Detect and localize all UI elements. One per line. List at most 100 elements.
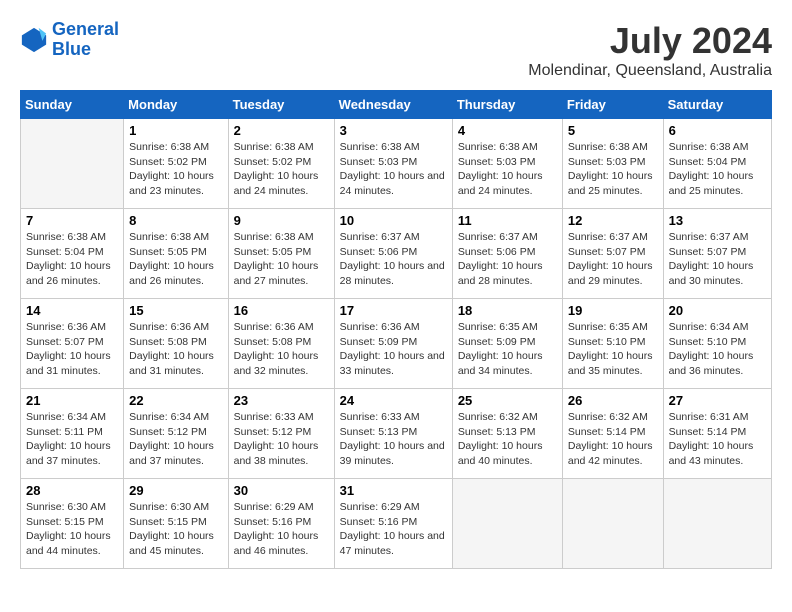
day-info: Sunrise: 6:37 AMSunset: 5:07 PMDaylight:… (669, 230, 766, 289)
logo-icon (20, 26, 48, 54)
calendar-cell: 12 Sunrise: 6:37 AMSunset: 5:07 PMDaylig… (562, 209, 663, 299)
day-info: Sunrise: 6:38 AMSunset: 5:05 PMDaylight:… (234, 230, 329, 289)
day-number: 3 (340, 123, 447, 138)
logo-line2: Blue (52, 39, 91, 59)
week-row-1: 1 Sunrise: 6:38 AMSunset: 5:02 PMDayligh… (21, 119, 772, 209)
day-info: Sunrise: 6:38 AMSunset: 5:03 PMDaylight:… (458, 140, 557, 199)
calendar-cell: 13 Sunrise: 6:37 AMSunset: 5:07 PMDaylig… (663, 209, 771, 299)
day-header-tuesday: Tuesday (228, 91, 334, 119)
day-info: Sunrise: 6:32 AMSunset: 5:13 PMDaylight:… (458, 410, 557, 469)
calendar-cell: 3 Sunrise: 6:38 AMSunset: 5:03 PMDayligh… (334, 119, 452, 209)
day-number: 8 (129, 213, 222, 228)
day-header-monday: Monday (124, 91, 228, 119)
day-info: Sunrise: 6:37 AMSunset: 5:06 PMDaylight:… (340, 230, 447, 289)
day-info: Sunrise: 6:36 AMSunset: 5:09 PMDaylight:… (340, 320, 447, 379)
calendar-cell: 6 Sunrise: 6:38 AMSunset: 5:04 PMDayligh… (663, 119, 771, 209)
day-number: 28 (26, 483, 118, 498)
day-number: 1 (129, 123, 222, 138)
day-number: 23 (234, 393, 329, 408)
logo-line1: General (52, 19, 119, 39)
calendar-cell: 11 Sunrise: 6:37 AMSunset: 5:06 PMDaylig… (452, 209, 562, 299)
calendar-cell: 30 Sunrise: 6:29 AMSunset: 5:16 PMDaylig… (228, 479, 334, 569)
calendar-cell: 10 Sunrise: 6:37 AMSunset: 5:06 PMDaylig… (334, 209, 452, 299)
day-number: 20 (669, 303, 766, 318)
calendar-table: SundayMondayTuesdayWednesdayThursdayFrid… (20, 90, 772, 569)
calendar-cell: 24 Sunrise: 6:33 AMSunset: 5:13 PMDaylig… (334, 389, 452, 479)
day-info: Sunrise: 6:37 AMSunset: 5:06 PMDaylight:… (458, 230, 557, 289)
calendar-cell: 20 Sunrise: 6:34 AMSunset: 5:10 PMDaylig… (663, 299, 771, 389)
calendar-cell: 5 Sunrise: 6:38 AMSunset: 5:03 PMDayligh… (562, 119, 663, 209)
day-info: Sunrise: 6:30 AMSunset: 5:15 PMDaylight:… (129, 500, 222, 559)
day-number: 12 (568, 213, 658, 228)
calendar-cell (452, 479, 562, 569)
calendar-cell (562, 479, 663, 569)
day-info: Sunrise: 6:38 AMSunset: 5:04 PMDaylight:… (669, 140, 766, 199)
day-info: Sunrise: 6:37 AMSunset: 5:07 PMDaylight:… (568, 230, 658, 289)
day-info: Sunrise: 6:33 AMSunset: 5:13 PMDaylight:… (340, 410, 447, 469)
day-info: Sunrise: 6:38 AMSunset: 5:03 PMDaylight:… (568, 140, 658, 199)
calendar-cell: 27 Sunrise: 6:31 AMSunset: 5:14 PMDaylig… (663, 389, 771, 479)
calendar-cell: 17 Sunrise: 6:36 AMSunset: 5:09 PMDaylig… (334, 299, 452, 389)
calendar-cell: 18 Sunrise: 6:35 AMSunset: 5:09 PMDaylig… (452, 299, 562, 389)
day-info: Sunrise: 6:36 AMSunset: 5:08 PMDaylight:… (234, 320, 329, 379)
calendar-cell: 31 Sunrise: 6:29 AMSunset: 5:16 PMDaylig… (334, 479, 452, 569)
day-number: 4 (458, 123, 557, 138)
calendar-cell: 14 Sunrise: 6:36 AMSunset: 5:07 PMDaylig… (21, 299, 124, 389)
day-number: 30 (234, 483, 329, 498)
day-number: 7 (26, 213, 118, 228)
day-number: 25 (458, 393, 557, 408)
title-area: July 2024 Molendinar, Queensland, Austra… (528, 20, 772, 80)
day-info: Sunrise: 6:34 AMSunset: 5:10 PMDaylight:… (669, 320, 766, 379)
calendar-cell: 28 Sunrise: 6:30 AMSunset: 5:15 PMDaylig… (21, 479, 124, 569)
day-header-friday: Friday (562, 91, 663, 119)
day-number: 21 (26, 393, 118, 408)
day-info: Sunrise: 6:36 AMSunset: 5:08 PMDaylight:… (129, 320, 222, 379)
calendar-cell (21, 119, 124, 209)
day-number: 14 (26, 303, 118, 318)
day-info: Sunrise: 6:35 AMSunset: 5:09 PMDaylight:… (458, 320, 557, 379)
days-header-row: SundayMondayTuesdayWednesdayThursdayFrid… (21, 91, 772, 119)
calendar-cell: 25 Sunrise: 6:32 AMSunset: 5:13 PMDaylig… (452, 389, 562, 479)
logo-text: General Blue (52, 20, 119, 60)
week-row-5: 28 Sunrise: 6:30 AMSunset: 5:15 PMDaylig… (21, 479, 772, 569)
day-number: 31 (340, 483, 447, 498)
day-number: 18 (458, 303, 557, 318)
day-number: 26 (568, 393, 658, 408)
logo: General Blue (20, 20, 119, 60)
day-number: 19 (568, 303, 658, 318)
calendar-cell (663, 479, 771, 569)
day-number: 2 (234, 123, 329, 138)
day-number: 9 (234, 213, 329, 228)
day-info: Sunrise: 6:29 AMSunset: 5:16 PMDaylight:… (340, 500, 447, 559)
day-info: Sunrise: 6:32 AMSunset: 5:14 PMDaylight:… (568, 410, 658, 469)
calendar-cell: 19 Sunrise: 6:35 AMSunset: 5:10 PMDaylig… (562, 299, 663, 389)
day-info: Sunrise: 6:38 AMSunset: 5:05 PMDaylight:… (129, 230, 222, 289)
day-info: Sunrise: 6:38 AMSunset: 5:02 PMDaylight:… (234, 140, 329, 199)
calendar-cell: 9 Sunrise: 6:38 AMSunset: 5:05 PMDayligh… (228, 209, 334, 299)
day-info: Sunrise: 6:35 AMSunset: 5:10 PMDaylight:… (568, 320, 658, 379)
day-info: Sunrise: 6:38 AMSunset: 5:03 PMDaylight:… (340, 140, 447, 199)
day-info: Sunrise: 6:29 AMSunset: 5:16 PMDaylight:… (234, 500, 329, 559)
day-info: Sunrise: 6:31 AMSunset: 5:14 PMDaylight:… (669, 410, 766, 469)
day-number: 5 (568, 123, 658, 138)
day-number: 11 (458, 213, 557, 228)
calendar-cell: 26 Sunrise: 6:32 AMSunset: 5:14 PMDaylig… (562, 389, 663, 479)
day-info: Sunrise: 6:38 AMSunset: 5:02 PMDaylight:… (129, 140, 222, 199)
day-number: 24 (340, 393, 447, 408)
day-number: 17 (340, 303, 447, 318)
day-info: Sunrise: 6:34 AMSunset: 5:11 PMDaylight:… (26, 410, 118, 469)
day-info: Sunrise: 6:36 AMSunset: 5:07 PMDaylight:… (26, 320, 118, 379)
week-row-2: 7 Sunrise: 6:38 AMSunset: 5:04 PMDayligh… (21, 209, 772, 299)
calendar-cell: 4 Sunrise: 6:38 AMSunset: 5:03 PMDayligh… (452, 119, 562, 209)
calendar-cell: 22 Sunrise: 6:34 AMSunset: 5:12 PMDaylig… (124, 389, 228, 479)
week-row-4: 21 Sunrise: 6:34 AMSunset: 5:11 PMDaylig… (21, 389, 772, 479)
calendar-cell: 16 Sunrise: 6:36 AMSunset: 5:08 PMDaylig… (228, 299, 334, 389)
day-info: Sunrise: 6:34 AMSunset: 5:12 PMDaylight:… (129, 410, 222, 469)
header: General Blue July 2024 Molendinar, Queen… (20, 20, 772, 80)
calendar-cell: 1 Sunrise: 6:38 AMSunset: 5:02 PMDayligh… (124, 119, 228, 209)
calendar-cell: 8 Sunrise: 6:38 AMSunset: 5:05 PMDayligh… (124, 209, 228, 299)
day-number: 16 (234, 303, 329, 318)
calendar-cell: 7 Sunrise: 6:38 AMSunset: 5:04 PMDayligh… (21, 209, 124, 299)
calendar-cell: 21 Sunrise: 6:34 AMSunset: 5:11 PMDaylig… (21, 389, 124, 479)
day-header-wednesday: Wednesday (334, 91, 452, 119)
